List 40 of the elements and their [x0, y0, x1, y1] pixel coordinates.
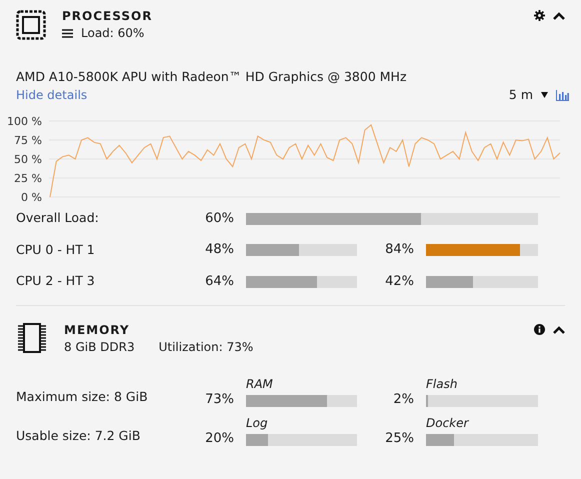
axis-label: 25 %	[14, 172, 42, 185]
hide-details-link[interactable]: Hide details	[16, 86, 88, 104]
time-range-dropdown[interactable]: 5 m	[508, 86, 548, 105]
chip-icon	[16, 10, 46, 40]
collapse-button[interactable]	[553, 324, 565, 335]
utilization-text: Utilization: 73%	[158, 339, 254, 356]
section-title: PROCESSOR	[62, 8, 154, 24]
row-label: CPU 0 - HT 1	[16, 240, 96, 259]
axis-label: 0 %	[21, 190, 42, 201]
percent-value: 25%	[384, 432, 415, 446]
memory-type: 8 GiB DDR3	[64, 339, 135, 356]
settings-button[interactable]	[534, 10, 545, 21]
section-title: MEMORY	[64, 322, 131, 338]
axis-label: 50 %	[14, 152, 42, 166]
storage-name: RAM	[246, 377, 274, 391]
dropdown-caret-icon	[541, 92, 548, 98]
row-label: Overall Load:	[16, 209, 100, 228]
axis-label: 100 %	[7, 114, 42, 128]
percent-value: 2%	[392, 393, 415, 407]
percent-value: 64%	[204, 272, 235, 291]
row-label: Maximum size: 8 GiB	[16, 388, 149, 406]
storage-name: Log	[246, 416, 269, 430]
memory-module-icon	[16, 322, 48, 354]
row-label: CPU 2 - HT 3	[16, 272, 96, 290]
percent-value: 48%	[204, 241, 235, 260]
percent-value: 42%	[384, 272, 415, 291]
storage-name: Flash	[426, 377, 458, 391]
info-button[interactable]	[534, 324, 545, 336]
storage-name: Docker	[426, 416, 470, 430]
collapse-button[interactable]	[553, 10, 565, 20]
processor-model: AMD A10-5800K APU with Radeon™ HD Graphics @ 3800 MHz	[16, 68, 408, 86]
percent-value: 84%	[384, 241, 415, 260]
menu-icon	[62, 28, 73, 38]
load-text: Load: 60%	[81, 25, 144, 42]
bar-chart-icon[interactable]	[556, 90, 569, 101]
axis-label: 75 %	[14, 134, 42, 147]
percent-value: 73%	[204, 393, 235, 407]
percent-value: 60%	[204, 210, 235, 228]
row-label: Usable size: 7.2 GiB	[16, 427, 142, 445]
percent-value: 20%	[204, 432, 235, 446]
